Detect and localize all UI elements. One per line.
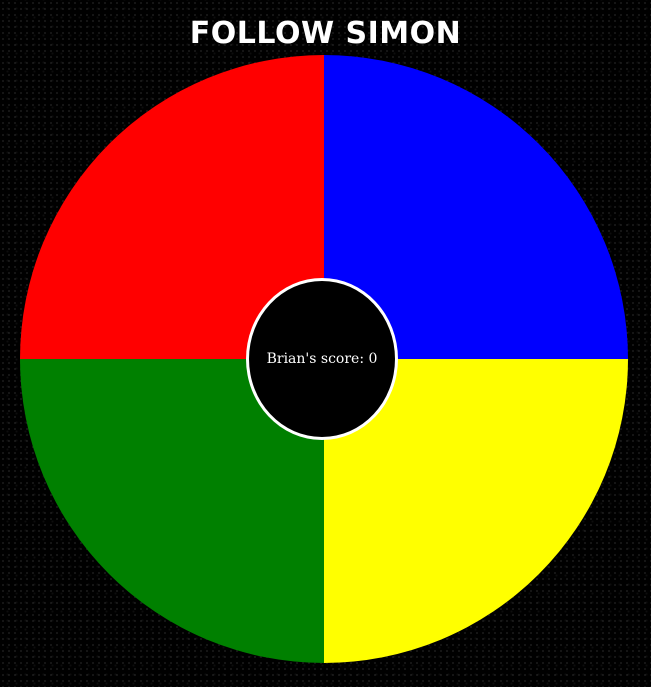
center-hub: Brian's score: 0 [246, 278, 398, 440]
score-display: Brian's score: 0 [266, 351, 378, 367]
game-title: FOLLOW SIMON [189, 16, 462, 51]
